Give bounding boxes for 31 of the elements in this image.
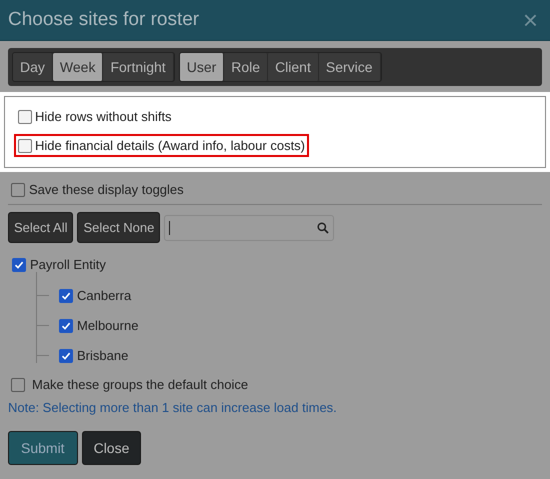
tree-item[interactable]: Melbourne	[77, 318, 138, 333]
search-field[interactable]	[164, 214, 334, 240]
tab[interactable]: Fortnight	[103, 53, 174, 81]
checkbox[interactable]	[11, 182, 25, 196]
option-label: Make these groups the default choice	[32, 377, 248, 392]
select-button[interactable]: Select None	[77, 212, 160, 243]
checkbox[interactable]	[59, 318, 73, 332]
note-text: Note: Selecting more than 1 site can increase load times.	[8, 400, 338, 415]
select-button[interactable]: Select All	[8, 212, 74, 243]
tree-item[interactable]: Brisbane	[77, 348, 128, 363]
tab[interactable]: Service	[318, 53, 381, 81]
tree-item[interactable]: Payroll Entity	[30, 257, 106, 272]
window-title: Choose sites for roster	[8, 9, 200, 31]
checkbox[interactable]	[18, 110, 32, 124]
search-icon	[317, 222, 330, 234]
checkbox[interactable]	[59, 348, 73, 362]
checkbox[interactable]	[18, 138, 32, 152]
close-button[interactable]: Close	[82, 431, 142, 465]
option-label: Hide financial details (Award info, labour costs)	[35, 138, 306, 153]
tree-item[interactable]: Canberra	[77, 288, 132, 303]
tab[interactable]: Role	[224, 53, 268, 81]
tab[interactable]: User	[180, 53, 224, 81]
submit-button[interactable]: Submit	[8, 431, 78, 465]
option-label: Save these display toggles	[29, 182, 184, 197]
tab[interactable]: Week	[52, 53, 104, 81]
checkbox[interactable]	[11, 378, 25, 392]
checkbox[interactable]	[59, 288, 73, 302]
option-label: Hide rows without shifts	[35, 109, 172, 124]
checkbox[interactable]	[12, 258, 26, 272]
tab[interactable]: Client	[268, 53, 319, 81]
tab[interactable]: Day	[13, 53, 53, 81]
